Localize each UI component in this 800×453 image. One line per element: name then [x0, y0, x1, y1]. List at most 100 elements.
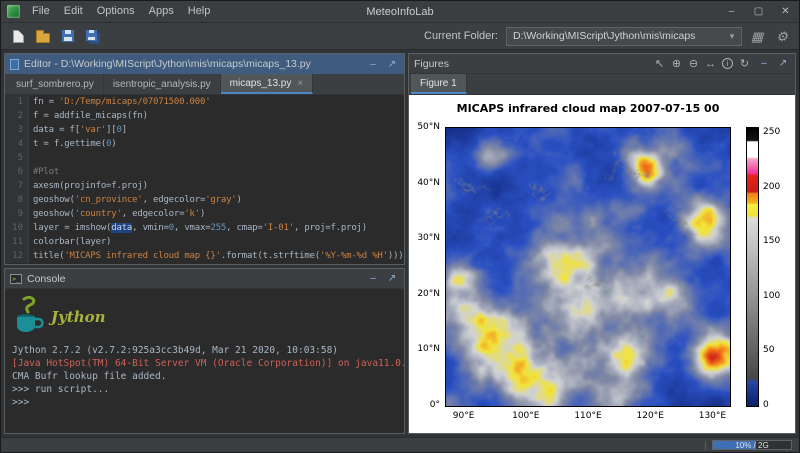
figure-canvas-area: MICAPS infrared cloud map 2007-07-15 00 … — [409, 95, 795, 433]
save-all-icon — [86, 30, 97, 41]
code-line: 7axesm(projinfo=f.proj) — [5, 179, 404, 193]
save-button[interactable] — [58, 26, 78, 46]
menu-options[interactable]: Options — [90, 1, 142, 22]
figtool-pan-icon[interactable]: ↔ — [703, 58, 718, 70]
console-minimize-icon[interactable]: – — [366, 273, 380, 284]
settings-button[interactable]: ⚙ — [772, 26, 792, 46]
figtool-zoom-in-icon[interactable]: ⊕ — [669, 57, 684, 70]
new-script-icon — [13, 30, 24, 43]
close-tab-icon[interactable]: × — [297, 78, 303, 89]
code-segment: 'k' — [184, 209, 200, 219]
figure-tab-label: Figure 1 — [420, 78, 457, 89]
code-segment: ] — [122, 125, 127, 135]
figtool-rotate-icon[interactable]: ↻ — [737, 57, 752, 70]
editor-panel-header: Editor - D:\Working\MIScript\Jython\mis\… — [5, 54, 404, 74]
current-folder-value: D:\Working\MIScript\Jython\mis\micaps — [513, 30, 725, 42]
line-number: 10 — [5, 221, 29, 235]
menubar: FileEditOptionsAppsHelp — [25, 1, 217, 22]
jython-logo: Jython — [14, 294, 397, 340]
console-line: Jython 2.7.2 (v2.7.2:925a3cc3b49d, Mar 2… — [12, 344, 397, 357]
figures-minimize-icon[interactable]: – — [757, 58, 771, 69]
console-line: CMA Bufr lookup file added. — [12, 370, 397, 383]
code-line: 9geoshow('country', edgecolor='k') — [5, 207, 404, 221]
jython-cup-icon — [14, 296, 44, 338]
minimize-window-button[interactable]: – — [718, 1, 745, 22]
chevron-down-icon[interactable]: ▾ — [725, 31, 739, 42]
console-line: >>> run script... — [12, 383, 397, 396]
figure-tab[interactable]: Figure 1 — [411, 74, 467, 94]
code-segment: '%Y-%m-%d %H' — [320, 251, 388, 261]
editor-minimize-icon[interactable]: – — [366, 59, 380, 70]
save-all-button[interactable] — [83, 26, 103, 46]
code-segment: 'D:/Temp/micaps/07071500.000' — [59, 97, 210, 107]
console-float-icon[interactable]: ↗ — [385, 273, 399, 284]
code-segment: 'gray' — [205, 195, 236, 205]
map-axes-frame — [445, 127, 731, 407]
code-segment: f = addfile_micaps(fn) — [33, 111, 148, 121]
x-tick-label: 90°E — [453, 411, 475, 421]
figtool-zoom-out-icon[interactable]: ⊖ — [686, 57, 701, 70]
settings-icon: ⚙ — [776, 30, 788, 43]
save-icon — [62, 30, 74, 42]
layers-button[interactable]: ▦ — [747, 26, 767, 46]
code-text: axesm(projinfo=f.proj) — [29, 179, 148, 193]
line-number: 6 — [5, 165, 29, 179]
code-segment: , vmin= — [132, 223, 169, 233]
current-folder-combobox[interactable]: D:\Working\MIScript\Jython\mis\micaps ▾ — [506, 27, 742, 46]
colorbar-tick-label: 200 — [763, 182, 780, 192]
cloud-map-image[interactable] — [446, 128, 730, 406]
close-window-button[interactable]: ✕ — [772, 1, 799, 22]
x-tick-label: 100°E — [512, 411, 539, 421]
code-editor[interactable]: 1fn = 'D:/Temp/micaps/07071500.000'2f = … — [5, 95, 404, 264]
colorbar-labels: 250200150100500 — [763, 127, 793, 407]
line-number: 7 — [5, 179, 29, 193]
colorbar — [746, 127, 759, 407]
window-controls: – ▢ ✕ — [718, 1, 799, 22]
code-text: layer = imshow(data, vmin=0, vmax=255, c… — [29, 221, 367, 235]
menu-help[interactable]: Help — [181, 1, 218, 22]
editor-panel: Editor - D:\Working\MIScript\Jython\mis\… — [4, 53, 405, 265]
app-logo-icon — [7, 5, 20, 18]
menu-edit[interactable]: Edit — [57, 1, 90, 22]
open-button[interactable] — [33, 26, 53, 46]
y-tick-label: 50°N — [417, 122, 440, 132]
code-text — [29, 151, 33, 165]
layers-icon: ▦ — [751, 30, 763, 43]
maximize-window-button[interactable]: ▢ — [745, 1, 772, 22]
menu-apps[interactable]: Apps — [142, 1, 181, 22]
code-text: #Plot — [29, 165, 59, 179]
menu-file[interactable]: File — [25, 1, 57, 22]
left-column: Editor - D:\Working\MIScript\Jython\mis\… — [4, 53, 405, 434]
editor-tab-label: isentropic_analysis.py — [113, 79, 211, 90]
code-segment: , proj=f.proj) — [294, 223, 367, 233]
editor-tab-surf_sombrero-py[interactable]: surf_sombrero.py — [7, 74, 104, 94]
code-text: geoshow('cn_province', edgecolor='gray') — [29, 193, 242, 207]
code-segment: data — [111, 223, 132, 233]
main-toolbar: Current Folder: D:\Working\MIScript\Jyth… — [1, 23, 799, 50]
line-number: 5 — [5, 151, 29, 165]
console-output[interactable]: Jython Jython 2.7.2 (v2.7.2:925a3cc3b49d… — [5, 289, 404, 433]
toolbar-left-group — [8, 26, 103, 46]
code-segment: 'country' — [75, 209, 122, 219]
main-area: Editor - D:\Working\MIScript\Jython\mis\… — [1, 50, 799, 437]
code-text: fn = 'D:/Temp/micaps/07071500.000' — [29, 95, 210, 109]
figure-toolbar: ↖⊕⊖↔ i ↻ — [652, 57, 752, 70]
editor-float-icon[interactable]: ↗ — [385, 59, 399, 70]
memory-indicator[interactable]: 10% / 2G — [712, 440, 792, 450]
editor-tab-isentropic_analysis-py[interactable]: isentropic_analysis.py — [104, 74, 221, 94]
console-line: >>> — [12, 396, 397, 409]
x-axis-labels: 90°E100°E110°E120°E130°E — [445, 411, 731, 423]
new-script-button[interactable] — [8, 26, 28, 46]
figtool-select-icon[interactable]: ↖ — [652, 57, 667, 70]
code-text: title('MICAPS infrared cloud map {}'.for… — [29, 249, 404, 263]
colorbar-tick-label: 50 — [763, 345, 774, 355]
console-panel: >_ Console – ↗ Jython — [4, 268, 405, 434]
figures-panel-title: Figures — [414, 58, 647, 70]
figures-float-icon[interactable]: ↗ — [776, 58, 790, 69]
code-line: 1fn = 'D:/Temp/micaps/07071500.000' — [5, 95, 404, 109]
code-segment: ][ — [106, 125, 116, 135]
figtool-identify-icon[interactable]: i — [722, 58, 733, 69]
code-text: f = addfile_micaps(fn) — [29, 109, 148, 123]
editor-tab-micaps_13-py[interactable]: micaps_13.py× — [221, 74, 314, 94]
code-segment: , edgecolor= — [143, 195, 206, 205]
